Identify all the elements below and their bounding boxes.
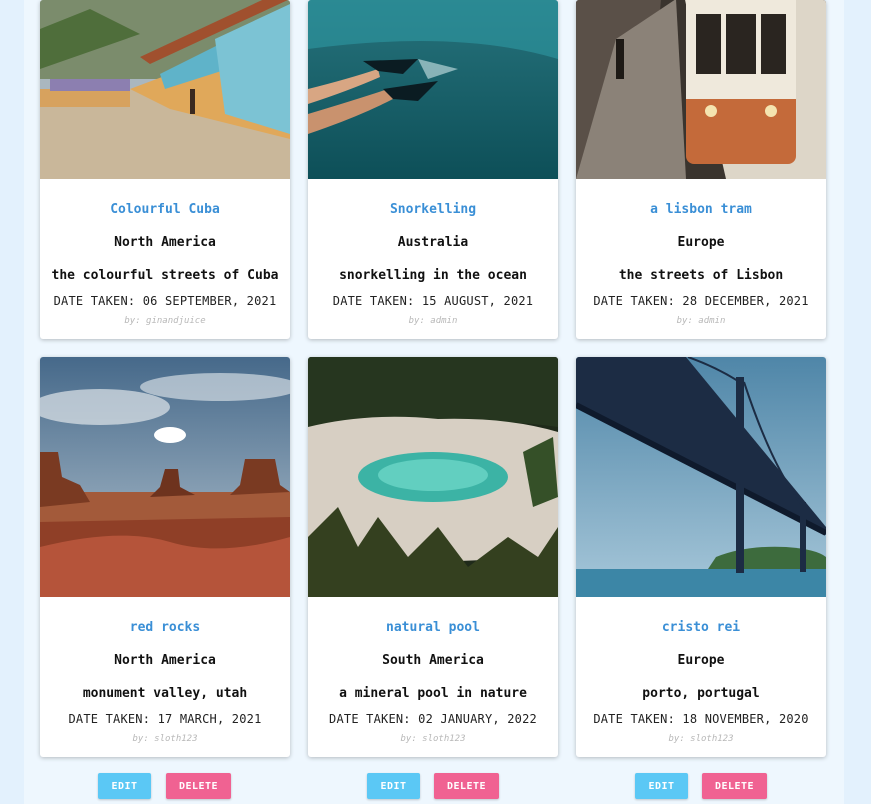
edit-button-red-rocks[interactable]: EDIT (98, 773, 151, 799)
delete-button-cristo-rei[interactable]: DELETE (702, 773, 767, 799)
card-title[interactable]: Colourful Cuba (40, 200, 290, 233)
photo-card-snorkelling[interactable]: Snorkelling Australia snorkelling in the… (308, 0, 558, 339)
card-author: by: ginandjuice (124, 316, 206, 326)
card-date: DATE TAKEN: 18 NOVEMBER, 2020 (593, 712, 809, 726)
photo-card-cristo-rei[interactable]: cristo rei Europe porto, portugal DATE T… (576, 357, 826, 757)
card-region: North America (114, 235, 216, 250)
edit-button-cristo-rei[interactable]: EDIT (635, 773, 688, 799)
card-description: a mineral pool in nature (339, 686, 527, 701)
card-author: by: sloth123 (400, 734, 466, 744)
card-author: by: sloth123 (132, 734, 198, 744)
photo-card-natural-pool[interactable]: natural pool South America a mineral poo… (308, 357, 558, 757)
card-region: Australia (397, 235, 469, 250)
card-title[interactable]: cristo rei (576, 618, 826, 651)
card-description: the colourful streets of Cuba (51, 268, 279, 283)
card-description: monument valley, utah (82, 686, 248, 701)
snorkelling-photo (308, 0, 558, 179)
card-author: by: admin (408, 316, 458, 326)
card-region: North America (114, 653, 216, 668)
card-date: DATE TAKEN: 02 JANUARY, 2022 (329, 712, 537, 726)
card-date: DATE TAKEN: 06 SEPTEMBER, 2021 (53, 294, 277, 308)
card-date: DATE TAKEN: 17 MARCH, 2021 (68, 712, 262, 726)
card-title[interactable]: a lisbon tram (576, 200, 826, 233)
card-date: DATE TAKEN: 28 DECEMBER, 2021 (593, 294, 809, 308)
red-rocks-photo (40, 357, 290, 597)
card-title[interactable]: natural pool (308, 618, 558, 651)
card-region: Europe (677, 653, 725, 668)
card-region: South America (382, 653, 484, 668)
card-author: by: admin (676, 316, 726, 326)
card-description: snorkelling in the ocean (339, 268, 527, 283)
cuba-street-photo (40, 0, 290, 179)
photo-card-red-rocks[interactable]: red rocks North America monument valley,… (40, 357, 290, 757)
natural-pool-photo (308, 357, 558, 597)
delete-button-natural-pool[interactable]: DELETE (434, 773, 499, 799)
bridge-photo (576, 357, 826, 597)
delete-button-red-rocks[interactable]: DELETE (166, 773, 231, 799)
photo-card-cuba[interactable]: Colourful Cuba North America the colourf… (40, 0, 290, 339)
card-region: Europe (677, 235, 725, 250)
card-title[interactable]: red rocks (40, 618, 290, 651)
card-author: by: sloth123 (668, 734, 734, 744)
card-description: the streets of Lisbon (618, 268, 784, 283)
lisbon-tram-photo (576, 0, 826, 179)
edit-button-natural-pool[interactable]: EDIT (367, 773, 420, 799)
photo-card-lisbon-tram[interactable]: a lisbon tram Europe the streets of Lisb… (576, 0, 826, 339)
card-title[interactable]: Snorkelling (308, 200, 558, 233)
card-description: porto, portugal (642, 686, 760, 701)
card-date: DATE TAKEN: 15 AUGUST, 2021 (332, 294, 534, 308)
